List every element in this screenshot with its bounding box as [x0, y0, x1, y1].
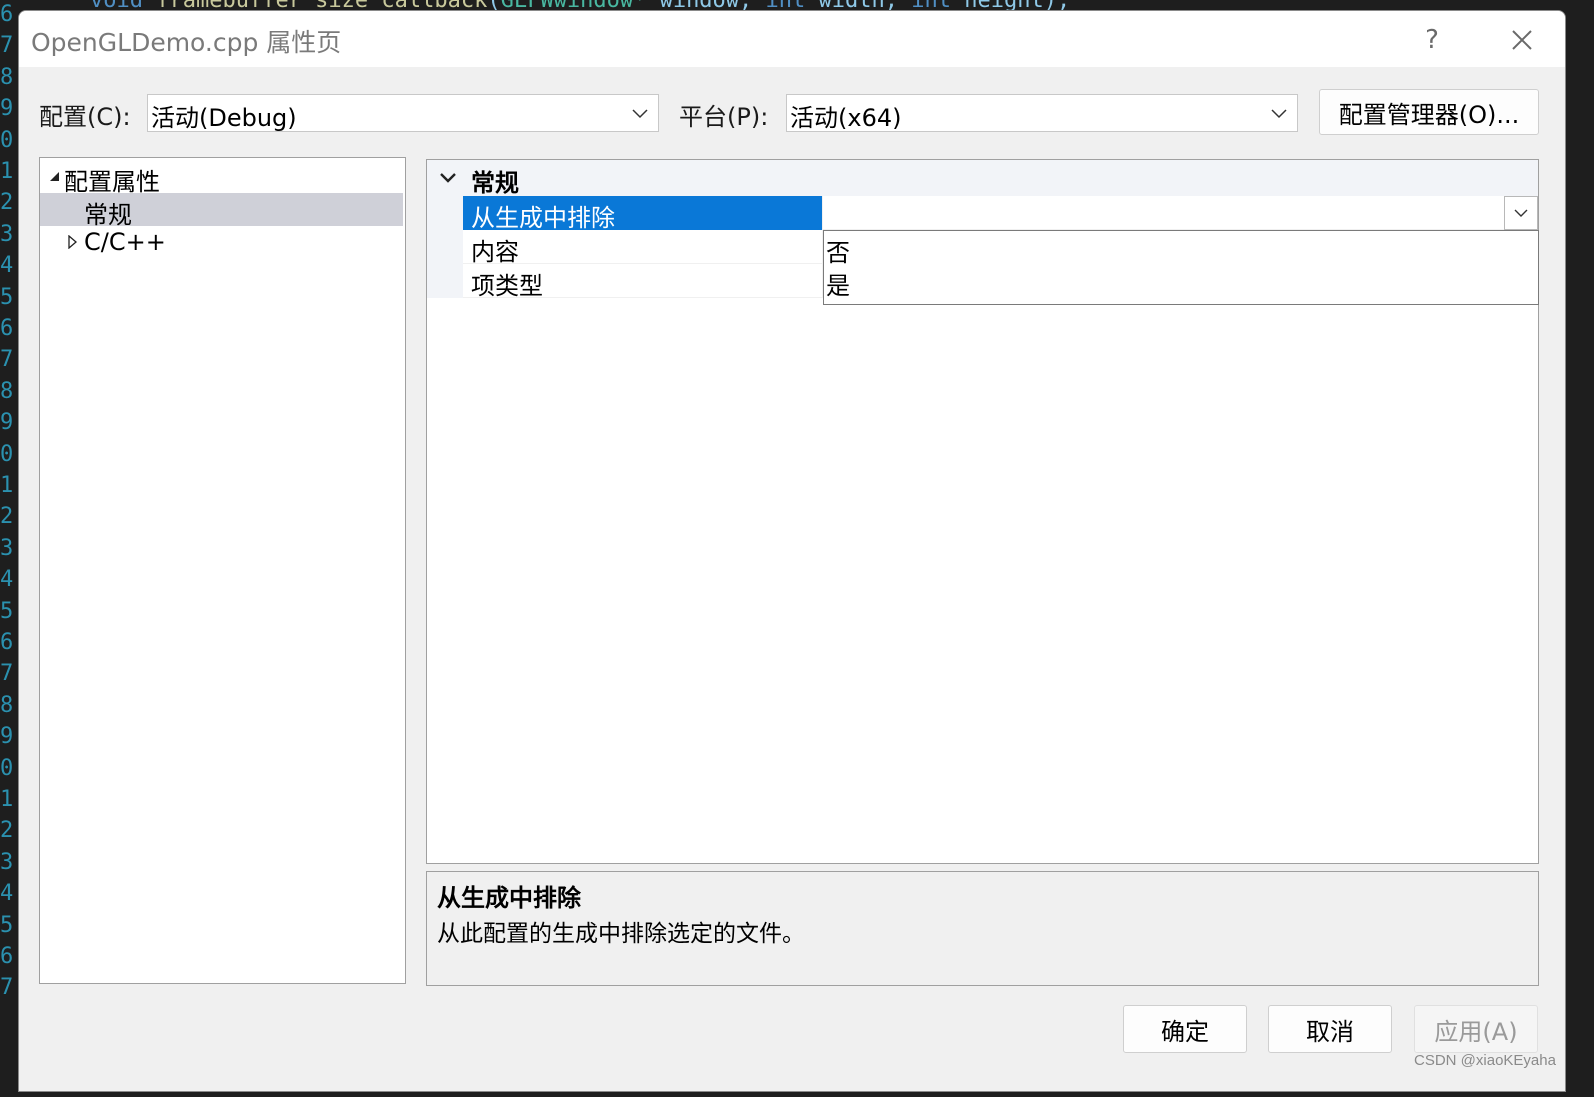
- row-gutter: [427, 196, 463, 230]
- ok-button[interactable]: 确定: [1123, 1005, 1247, 1053]
- property-name: 从生成中排除: [463, 196, 823, 232]
- line-number: 5: [0, 598, 14, 624]
- line-number: 4: [0, 567, 14, 593]
- line-number: 8: [0, 692, 14, 718]
- tree-item-label: 配置属性: [64, 168, 160, 196]
- line-number: 0: [0, 441, 14, 467]
- line-number: 9: [0, 410, 14, 436]
- chevron-down-icon: [1269, 101, 1289, 127]
- collapsed-triangle-icon[interactable]: [64, 234, 80, 250]
- config-combo[interactable]: 活动(Debug): [147, 94, 659, 132]
- line-number: 2: [0, 504, 14, 530]
- chevron-down-icon: [1514, 209, 1528, 217]
- help-icon: ?: [1425, 25, 1439, 55]
- config-label: 配置(C):: [39, 103, 131, 131]
- row-gutter: [427, 230, 463, 264]
- property-name: 内容: [463, 230, 823, 266]
- line-number: 2: [0, 818, 14, 844]
- line-number: 1: [0, 473, 14, 498]
- line-number: 8: [0, 378, 14, 404]
- property-row-exclude-from-build[interactable]: 从生成中排除: [427, 196, 1538, 232]
- chevron-down-icon[interactable]: [439, 169, 457, 188]
- line-number: 3: [0, 221, 14, 247]
- platform-value: 活动(x64): [790, 104, 902, 132]
- line-number: 4: [0, 881, 14, 907]
- line-number: 2: [0, 190, 14, 216]
- line-number: 5: [0, 912, 14, 938]
- line-number: 7: [0, 33, 14, 59]
- cancel-button[interactable]: 取消: [1268, 1005, 1392, 1053]
- line-number: 6: [0, 2, 14, 27]
- line-number: 4: [0, 253, 14, 279]
- watermark: CSDN @xiaoKEyaha: [1414, 1052, 1556, 1069]
- line-number: 3: [0, 535, 14, 561]
- close-icon: [1512, 30, 1532, 50]
- config-value: 活动(Debug): [151, 104, 297, 132]
- property-name: 项类型: [463, 264, 823, 300]
- line-number: 9: [0, 724, 14, 750]
- dialog-title: OpenGLDemo.cpp 属性页: [31, 28, 342, 57]
- line-number: 6: [0, 630, 14, 655]
- tree-item-label: C/C++: [84, 228, 166, 256]
- description-panel: 从生成中排除 从此配置的生成中排除选定的文件。: [426, 871, 1539, 986]
- tree-item-general[interactable]: 常规: [40, 193, 403, 229]
- property-value-combo[interactable]: [823, 196, 1538, 230]
- configuration-manager-button[interactable]: 配置管理器(O)...: [1319, 89, 1539, 135]
- dropdown-list: 否 是: [823, 230, 1539, 305]
- line-number: 7: [0, 347, 14, 373]
- expanded-triangle-icon[interactable]: [46, 168, 62, 184]
- property-grid: 常规 从生成中排除 内容 项类型 否 是: [426, 159, 1539, 864]
- platform-label: 平台(P):: [679, 103, 769, 131]
- category-label: 常规: [471, 169, 519, 197]
- description-text: 从此配置的生成中排除选定的文件。: [437, 921, 805, 947]
- line-number: 5: [0, 284, 14, 310]
- tree-item-cpp[interactable]: C/C++: [40, 226, 403, 259]
- dropdown-button[interactable]: [1504, 196, 1538, 230]
- chevron-down-icon: [630, 101, 650, 127]
- row-gutter: [427, 264, 463, 298]
- line-number: 7: [0, 661, 14, 687]
- platform-combo[interactable]: 活动(x64): [786, 94, 1298, 132]
- editor-gutter: 6 7 8 9 0 1 2 3 4 5 6 7 8 9 0 1 2 3 4 5 6 7 8 9 0 1 2 3 4 5 6 7: [0, 0, 20, 1097]
- line-number: 8: [0, 64, 14, 90]
- description-title: 从生成中排除: [437, 884, 581, 912]
- category-general[interactable]: 常规: [427, 160, 1538, 197]
- line-number: 0: [0, 755, 14, 781]
- dialog-titlebar[interactable]: OpenGLDemo.cpp 属性页 ?: [19, 11, 1565, 67]
- help-button[interactable]: ?: [1407, 21, 1457, 59]
- tree-item-label: 常规: [84, 201, 132, 229]
- property-tree: 配置属性 常规 C/C++: [39, 157, 406, 984]
- tree-item-config-properties[interactable]: 配置属性: [40, 160, 403, 196]
- line-number: 6: [0, 316, 14, 341]
- line-number: 1: [0, 159, 14, 184]
- apply-button[interactable]: 应用(A): [1414, 1005, 1538, 1053]
- line-number: 6: [0, 944, 14, 969]
- line-number: 9: [0, 96, 14, 122]
- dropdown-option-yes[interactable]: 是: [826, 266, 1526, 300]
- line-number: 1: [0, 787, 14, 812]
- property-pages-dialog: OpenGLDemo.cpp 属性页 ? 配置(C): 活动(Debug) 平台…: [18, 10, 1566, 1092]
- line-number: 3: [0, 849, 14, 875]
- close-button[interactable]: [1497, 21, 1547, 59]
- line-number: 0: [0, 127, 14, 153]
- line-number: 7: [0, 975, 14, 1001]
- dropdown-option-no[interactable]: 否: [826, 233, 1526, 267]
